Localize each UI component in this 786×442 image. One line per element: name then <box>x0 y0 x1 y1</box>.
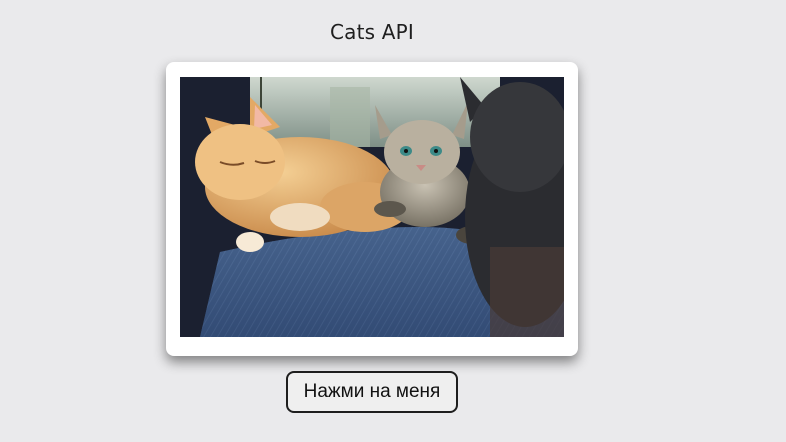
press-me-button[interactable]: Нажми на меня <box>286 371 458 413</box>
image-card <box>166 62 578 356</box>
cat-photo <box>180 77 564 337</box>
page: Cats API Нажми на меня <box>0 0 786 442</box>
page-title: Cats API <box>329 20 415 44</box>
